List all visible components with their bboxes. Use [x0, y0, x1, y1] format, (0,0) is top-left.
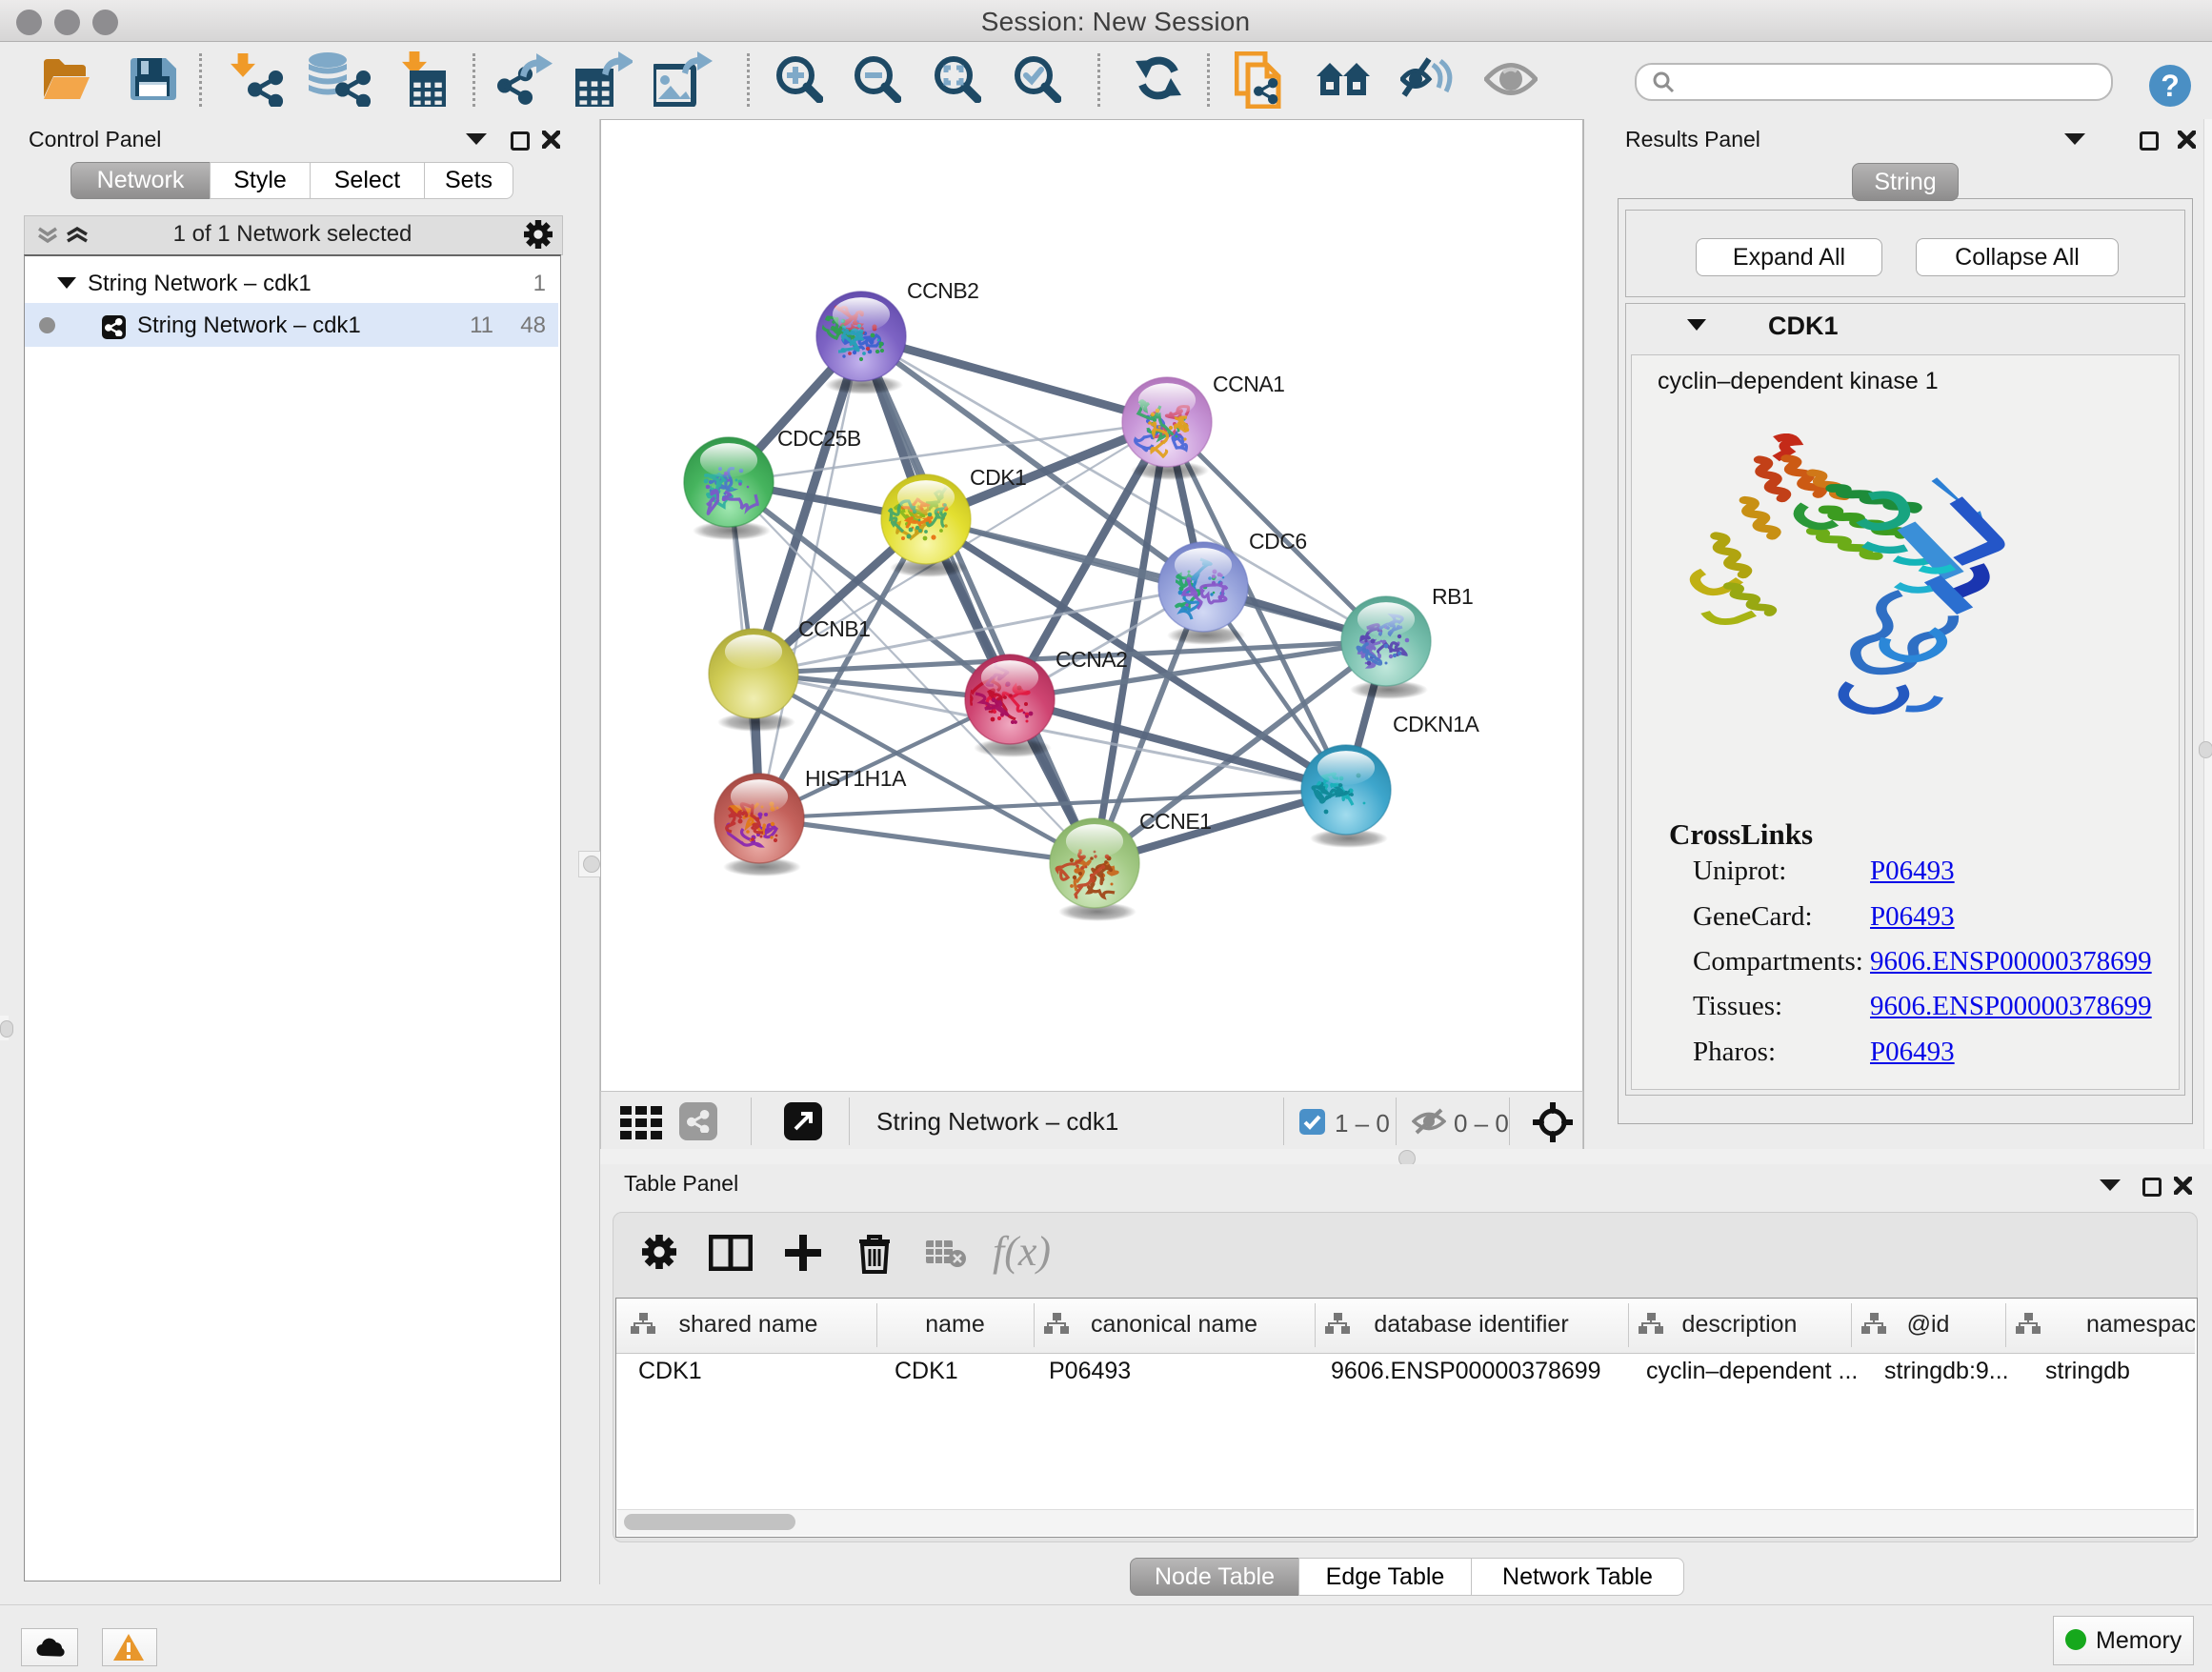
svg-text:CCNA1: CCNA1: [1213, 372, 1284, 396]
svg-text:CCNA2: CCNA2: [1056, 647, 1127, 672]
svg-text:CCNE1: CCNE1: [1139, 809, 1211, 834]
svg-text:CDKN1A: CDKN1A: [1393, 712, 1479, 736]
svg-text:CDK1: CDK1: [970, 465, 1026, 490]
svg-text:CDC25B: CDC25B: [777, 426, 861, 451]
svg-text:RB1: RB1: [1432, 584, 1473, 609]
svg-text:CDC6: CDC6: [1249, 529, 1307, 554]
svg-text:CCNB2: CCNB2: [907, 278, 978, 303]
svg-text:CCNB1: CCNB1: [798, 616, 870, 641]
svg-text:HIST1H1A: HIST1H1A: [805, 766, 907, 791]
